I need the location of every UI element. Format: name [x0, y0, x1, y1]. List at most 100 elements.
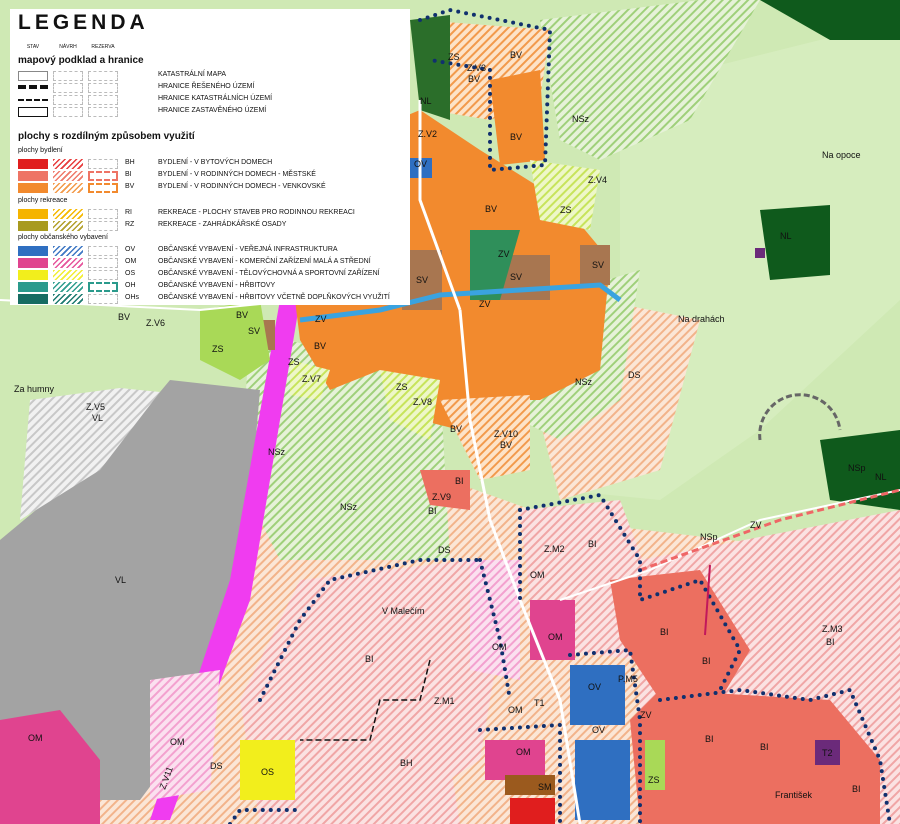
legend-code: BV [125, 183, 135, 190]
swatch-bi-navrh [53, 171, 83, 181]
label-bi-8: BI [705, 734, 714, 744]
swatch-bh-stav [18, 159, 48, 169]
label-nsz-3: NSz [268, 447, 286, 457]
legend-group-housing: plochy bydlení [18, 147, 63, 154]
legend-row-ohs: OHs OBČANSKÉ VYBAVENÍ - HŘBITOVY VČETNĚ … [10, 294, 410, 305]
swatch-empty [53, 83, 83, 93]
label-zv9: Z.V9 [432, 492, 451, 502]
swatch-rz-navrh [53, 221, 83, 231]
place-na-drahach: Na drahách [678, 314, 725, 324]
legend-code: OH [125, 282, 136, 289]
legend-row-ri: RI REKREACE - PLOCHY STAVEB PRO RODINNOU… [10, 209, 410, 220]
legend-row-om: OM OBČANSKÉ VYBAVENÍ - KOMERČNÍ ZAŘÍZENÍ… [10, 258, 410, 269]
legend-section-uses: plochy s rozdílným způsobem využití [18, 131, 195, 142]
label-zm1: Z.M1 [434, 696, 455, 706]
label-bi-5: BI [826, 637, 835, 647]
swatch-ov-rezerva [88, 246, 118, 256]
label-bv-4: BV [485, 204, 497, 214]
label-bv-3: BV [510, 132, 522, 142]
label-om-1: OM [530, 570, 545, 580]
label-ov-3: OV [592, 725, 605, 735]
legend-desc: BYDLENÍ - V BYTOVÝCH DOMECH [158, 159, 273, 166]
swatch-ri-rezerva [88, 209, 118, 219]
swatch-ohs-rezerva [88, 294, 118, 304]
swatch-cadastral [18, 71, 48, 81]
swatch-rz-rezerva [88, 221, 118, 231]
label-nl-1: NL [420, 96, 432, 106]
label-zm3: Z.M3 [822, 624, 843, 634]
map-legend: LEGENDA STAV NÁVRH REZERVA mapový podkla… [10, 9, 410, 305]
legend-desc: REKREACE - PLOCHY STAVEB PRO RODINNOU RE… [158, 209, 355, 216]
label-zv10: Z.V10 [494, 429, 518, 439]
swatch-empty [53, 107, 83, 117]
column-navrh: NÁVRH [59, 44, 77, 50]
legend-row-solved-area: HRANICE ŘEŠENÉHO ÚZEMÍ [10, 83, 410, 94]
label-pm5: P.M5 [618, 674, 638, 684]
label-zs-6: ZS [648, 775, 660, 785]
label-zv-5: ZV [750, 520, 762, 530]
label-zv-3: ZV [498, 249, 510, 259]
legend-section-base: mapový podklad a hranice [18, 55, 144, 66]
label-t1: T1 [534, 698, 545, 708]
swatch-empty-rez [88, 107, 118, 117]
label-nsp-2: NSp [700, 532, 718, 542]
label-bv-8: BV [450, 424, 462, 434]
label-bv-9: BV [500, 440, 512, 450]
label-zs-5: ZS [396, 382, 408, 392]
area-om-1 [530, 600, 575, 660]
label-t2: T2 [822, 748, 833, 758]
label-zs-1: ZS [448, 52, 460, 62]
label-nl-2: NL [875, 472, 887, 482]
label-ds-3: DS [210, 761, 223, 771]
swatch-bv-navrh [53, 183, 83, 193]
label-vl-1: VL [92, 413, 103, 423]
legend-code: OV [125, 246, 136, 253]
legend-desc: HRANICE ŘEŠENÉHO ÚZEMÍ [158, 83, 255, 90]
label-om-6: OM [170, 737, 185, 747]
label-om-5: OM [516, 747, 531, 757]
swatch-bv-stav [18, 183, 48, 193]
label-om-7: OM [28, 733, 43, 743]
swatch-ri-stav [18, 209, 48, 219]
label-bv-6: BV [236, 310, 248, 320]
label-zs-3: ZS [212, 344, 224, 354]
label-sm: SM [538, 782, 552, 792]
column-stav: STAV [26, 44, 40, 50]
swatch-ohs-stav [18, 294, 48, 304]
label-zv-4: ZV [640, 710, 652, 720]
swatch-solved-area-boundary [18, 85, 48, 91]
swatch-os-stav [18, 270, 48, 280]
legend-row-os: OS OBČANSKÉ VYBAVENÍ - TĚLOVÝCHOVNÁ A SP… [10, 270, 410, 281]
swatch-oh-stav [18, 282, 48, 292]
label-om-4: OM [508, 705, 523, 715]
legend-desc: OBČANSKÉ VYBAVENÍ - HŘBITOVY [158, 282, 276, 289]
legend-row-bi: BI BYDLENÍ - V RODINNÝCH DOMECH - MĚSTSK… [10, 171, 410, 182]
area-ov-2 [575, 740, 630, 820]
swatch-bi-rezerva [88, 171, 118, 181]
label-nl-3: NL [780, 231, 792, 241]
swatch-empty-rez [88, 71, 118, 81]
label-nsz-1: NSz [572, 114, 590, 124]
label-bv-2: BV [510, 50, 522, 60]
label-ov-2: OV [588, 682, 601, 692]
swatch-om-navrh [53, 258, 83, 268]
legend-desc: HRANICE ZASTAVĚNÉHO ÚZEMÍ [158, 107, 267, 114]
swatch-built-boundary [18, 107, 48, 117]
label-zs-4: ZS [288, 357, 300, 367]
label-zv-2: ZV [315, 314, 327, 324]
label-sv-2: SV [510, 272, 522, 282]
label-sv-3: SV [592, 260, 604, 270]
legend-desc: OBČANSKÉ VYBAVENÍ - KOMERČNÍ ZAŘÍZENÍ MA… [158, 258, 371, 265]
label-om-2: OM [548, 632, 563, 642]
place-za-humny: Za humny [14, 384, 55, 394]
legend-row-ov: OV OBČANSKÉ VYBAVENÍ - VEŘEJNÁ INFRASTRU… [10, 246, 410, 257]
column-rezerva: REZERVA [91, 44, 115, 50]
label-ov-1: OV [414, 159, 427, 169]
label-sv-1: SV [416, 275, 428, 285]
place-frantisek: František [775, 790, 813, 800]
legend-code: BH [125, 159, 135, 166]
swatch-empty-rez [88, 95, 118, 105]
label-nsz-2: NSz [575, 377, 593, 387]
legend-desc: OBČANSKÉ VYBAVENÍ - HŘBITOVY VČETNĚ DOPL… [158, 294, 390, 301]
label-zv8: Z.V8 [413, 397, 432, 407]
